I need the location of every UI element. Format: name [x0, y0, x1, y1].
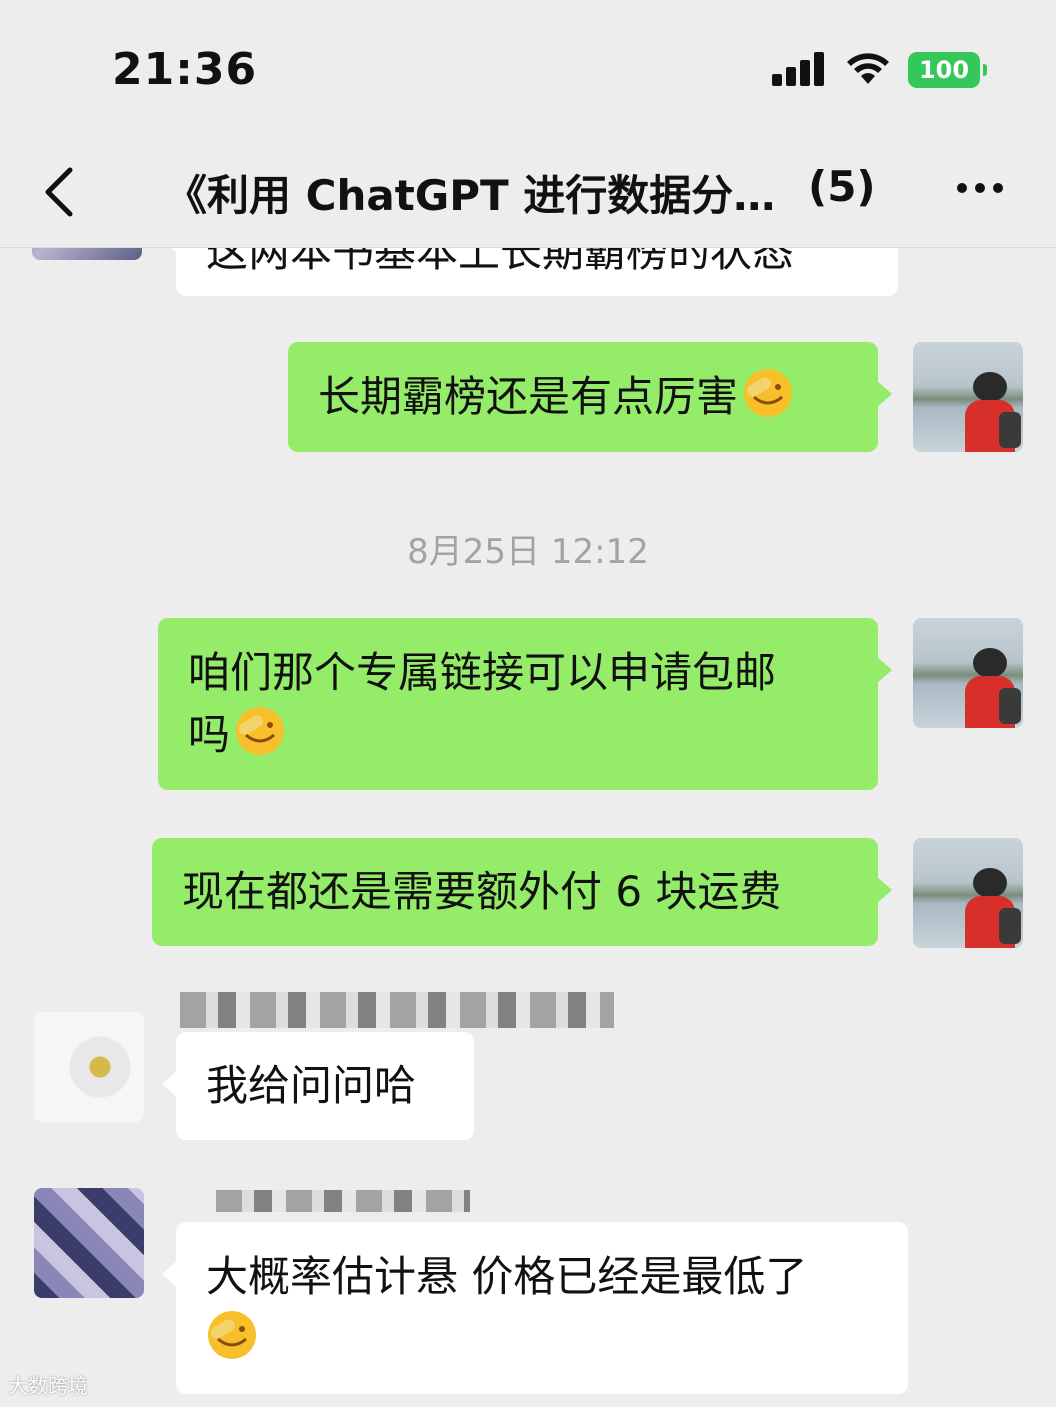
message-bubble[interactable]: 大概率估计悬 价格已经是最低了	[162, 1222, 908, 1394]
sender-name	[216, 1190, 470, 1212]
chat-message-list[interactable]: 这两本书基本上长期霸榜的状态 长期霸榜还是有点厉害 8月25日 12:12 咱们…	[0, 248, 1056, 1407]
chat-header: 《利用 ChatGPT 进行数据分… (5)	[0, 140, 1056, 248]
message-text: 长期霸榜还是有点厉害	[318, 372, 739, 421]
avatar[interactable]	[34, 1012, 144, 1122]
wifi-icon	[847, 53, 889, 84]
facepalm-emoji-icon	[744, 369, 793, 417]
avatar[interactable]	[32, 248, 142, 260]
message-bubble[interactable]: 现在都还是需要额外付 6 块运费	[152, 838, 892, 946]
message-text: 大概率估计悬 价格已经是最低了	[206, 1252, 808, 1301]
message-text: 我给问问哈	[206, 1061, 417, 1110]
watermark: 大数跨境	[8, 1374, 88, 1398]
back-chevron-icon[interactable]	[40, 166, 80, 218]
sender-name	[180, 992, 614, 1028]
timestamp: 8月25日 12:12	[407, 532, 649, 572]
self-avatar[interactable]	[913, 838, 1023, 948]
message-bubble[interactable]: 这两本书基本上长期霸榜的状态	[162, 248, 898, 296]
cellular-signal-icon	[772, 52, 824, 86]
member-count: (5)	[808, 162, 876, 211]
message-text: 咱们那个专属链接可以申请包邮	[188, 648, 777, 697]
facepalm-emoji-icon	[208, 1311, 256, 1359]
battery-icon: 100	[908, 52, 987, 88]
message-bubble[interactable]: 长期霸榜还是有点厉害	[288, 342, 892, 452]
self-avatar[interactable]	[913, 618, 1023, 728]
more-options-icon[interactable]	[954, 176, 1006, 200]
facepalm-emoji-icon	[236, 707, 285, 755]
message-bubble[interactable]: 咱们那个专属链接可以申请包邮 吗	[158, 618, 892, 790]
status-time: 21:36	[112, 44, 258, 95]
message-text: 现在都还是需要额外付 6 块运费	[182, 867, 782, 916]
message-text: 吗	[188, 710, 231, 759]
self-avatar[interactable]	[913, 342, 1023, 452]
avatar[interactable]	[34, 1188, 144, 1298]
battery-level: 100	[918, 56, 970, 84]
chat-title[interactable]: 《利用 ChatGPT 进行数据分…	[165, 162, 775, 223]
message-text: 这两本书基本上长期霸榜的状态	[206, 248, 795, 276]
status-bar: 21:36 100	[0, 0, 1056, 140]
message-bubble[interactable]: 我给问问哈	[162, 1032, 474, 1140]
